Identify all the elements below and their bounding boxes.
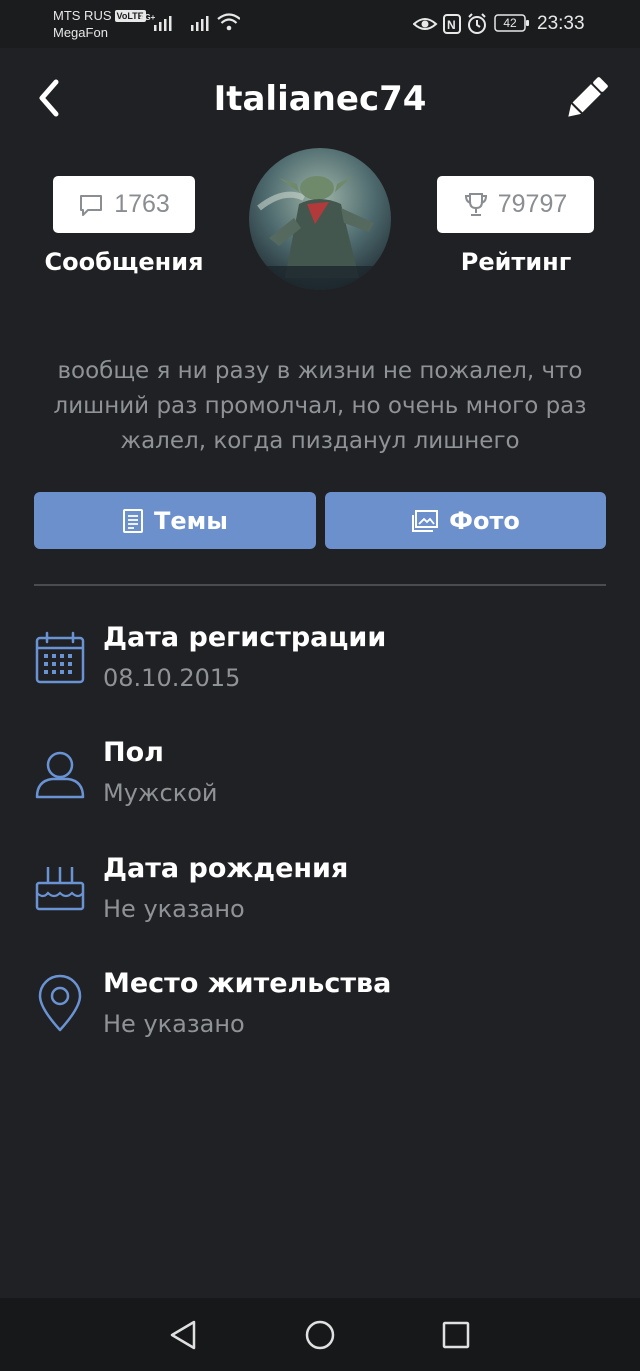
- messages-count: 1763: [114, 190, 170, 218]
- person-icon: [35, 751, 85, 799]
- system-icons: N: [413, 13, 486, 34]
- info-gender: Пол Мужской: [0, 735, 640, 825]
- pencil-icon: [568, 77, 608, 117]
- nav-recents-button[interactable]: [436, 1316, 476, 1354]
- nav-home-button[interactable]: [300, 1316, 340, 1354]
- photos-button-label: Фото: [449, 506, 520, 535]
- clock: 23:33: [537, 13, 585, 34]
- back-button[interactable]: [30, 76, 70, 120]
- info-residence: Место жительства Не указано: [0, 966, 640, 1056]
- status-bar: MTS RUS VoLTE MegaFon 4G+ N 42 23:33: [0, 0, 640, 48]
- info-value: 08.10.2015: [103, 664, 241, 692]
- messages-stat-button[interactable]: 1763: [53, 176, 195, 233]
- battery-indicator: 42: [494, 14, 530, 32]
- document-icon: [123, 508, 144, 533]
- rating-label: Рейтинг: [460, 248, 572, 276]
- info-label: Дата регистрации: [103, 622, 387, 653]
- photos-button[interactable]: Фото: [325, 492, 606, 549]
- info-label: Место жительства: [103, 968, 392, 999]
- rating-value: 79797: [497, 190, 568, 218]
- carrier-info: MTS RUS VoLTE MegaFon: [53, 7, 146, 41]
- info-label: Пол: [103, 737, 164, 768]
- square-recents-icon: [442, 1321, 470, 1349]
- nav-back-button[interactable]: [164, 1316, 204, 1354]
- avatar[interactable]: [249, 148, 391, 290]
- chevron-left-icon: [39, 79, 59, 117]
- location-pin-icon: [38, 974, 82, 1032]
- circle-home-icon: [305, 1320, 335, 1350]
- system-navigation-bar: [0, 1298, 640, 1371]
- image-gallery-icon: [412, 509, 439, 532]
- info-value: Не указано: [103, 895, 245, 923]
- edit-profile-button[interactable]: [560, 74, 612, 124]
- signal-icons: 4G+: [140, 13, 240, 31]
- calendar-icon: [35, 631, 85, 684]
- carrier-primary: MTS RUS: [53, 8, 112, 23]
- topics-button[interactable]: Темы: [34, 492, 316, 549]
- battery-level: 42: [503, 16, 517, 30]
- info-registration-date: Дата регистрации 08.10.2015: [0, 620, 640, 710]
- triangle-back-icon: [170, 1320, 196, 1350]
- network-type-label: 4G+: [140, 13, 156, 22]
- info-value: Мужской: [103, 779, 218, 807]
- info-birth-date: Дата рождения Не указано: [0, 851, 640, 941]
- section-divider: [34, 584, 606, 586]
- cake-icon: [35, 867, 85, 911]
- topics-button-label: Темы: [154, 506, 228, 535]
- messages-label: Сообщения: [44, 248, 204, 276]
- chat-bubble-icon: [80, 194, 103, 216]
- carrier-secondary: MegaFon: [53, 25, 108, 40]
- info-label: Дата рождения: [103, 853, 349, 884]
- page-title: Italianec74: [213, 79, 427, 119]
- rating-stat-button[interactable]: 79797: [437, 176, 594, 233]
- trophy-icon: [464, 192, 487, 216]
- avatar-image: [249, 148, 391, 290]
- profile-screen: MTS RUS VoLTE MegaFon 4G+ N 42 23:33 Ita…: [0, 0, 640, 1371]
- info-value: Не указано: [103, 1010, 245, 1038]
- svg-text:N: N: [447, 18, 456, 32]
- profile-status-text: вообще я ни разу в жизни не пожалел, что…: [53, 358, 587, 454]
